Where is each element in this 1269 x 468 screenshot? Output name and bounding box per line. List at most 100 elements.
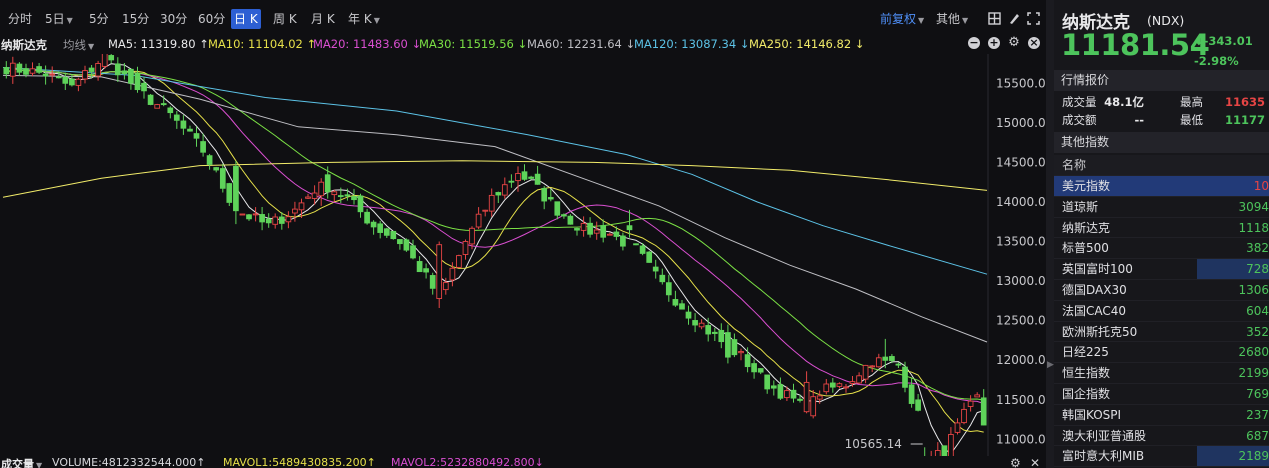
index-list-value: 2189 <box>1238 449 1269 464</box>
candle-body <box>410 245 416 259</box>
period-tab-7[interactable]: 周 K <box>270 9 300 29</box>
candle-body <box>469 227 475 245</box>
index-list-item[interactable]: 欧洲斯托克50 352 <box>1054 322 1269 343</box>
candle-body <box>587 222 593 235</box>
candle-body <box>856 375 862 384</box>
candle-body <box>370 221 377 228</box>
y-tick-label: 15500.0 <box>996 76 1046 90</box>
index-list-name: 美元指数 <box>1062 179 1111 193</box>
high-price-label: 15901.47 <box>121 54 178 57</box>
period-tab-8[interactable]: 月 K <box>308 9 338 29</box>
candle-body <box>75 78 82 86</box>
period-tab-1[interactable]: 5日 ▼ <box>42 9 76 29</box>
period-tab-9[interactable]: 年 K ▼ <box>345 9 383 29</box>
candle-body <box>226 183 233 203</box>
candle-body <box>974 394 981 398</box>
candle-body <box>679 303 685 310</box>
index-list-item[interactable]: 英国富时100 728 <box>1054 259 1269 280</box>
candle-body <box>475 213 482 228</box>
candle-body <box>725 332 731 358</box>
index-list-item[interactable]: 法国CAC40 604 <box>1054 301 1269 322</box>
candle-body <box>88 67 95 72</box>
gear-icon[interactable]: ⚙ <box>1010 456 1021 468</box>
candle-body <box>816 395 823 400</box>
candle-body <box>980 397 987 426</box>
down-arrow-icon: ⬇ <box>1194 34 1204 48</box>
candle-body <box>154 104 161 109</box>
candle-body <box>318 181 325 197</box>
index-list-item[interactable]: 道琼斯 3094 <box>1054 197 1269 218</box>
kline-chart[interactable]: 15500.0 15000.0 14500.0 14000.0 13500.0 13000… <box>0 54 1046 456</box>
name-column-header: 名称 <box>1062 158 1087 172</box>
candle-body <box>213 167 220 171</box>
candle-body <box>357 195 364 213</box>
quote-value: 11635 <box>1225 95 1266 109</box>
index-list-item[interactable]: 德国DAX30 1306 <box>1054 280 1269 301</box>
candle-body <box>488 194 495 212</box>
period-tab-5[interactable]: 60分 <box>195 9 228 29</box>
index-list-item[interactable]: 韩国KOSPI 237 <box>1054 405 1269 426</box>
draw-pen-icon[interactable] <box>1008 12 1021 25</box>
index-price: 11181.54 <box>1061 28 1210 62</box>
quote-key: 最高 <box>1180 95 1203 109</box>
period-tab-0[interactable]: 分时 <box>5 9 35 29</box>
other-dropdown[interactable]: 其他 ▼ <box>936 9 968 29</box>
close-icon[interactable]: × <box>1028 37 1040 49</box>
candle-body <box>259 214 265 223</box>
index-list-item[interactable]: 标普500 382 <box>1054 238 1269 260</box>
collapse-arrow-icon[interactable]: ▶ <box>1047 360 1054 370</box>
candle-body <box>967 400 974 407</box>
candle-body <box>246 214 252 220</box>
candle-body <box>567 215 574 225</box>
candle-body <box>55 76 62 79</box>
candle-body <box>554 201 561 216</box>
ma-legend-bar: 纳斯达克 均线 ▼ MA5: 11319.80 ↑ MA10: 11104.02 ↑ MA… <box>0 36 1046 54</box>
candle-body <box>298 202 305 211</box>
ma30-line <box>5 67 984 401</box>
index-list-item[interactable]: 恒生指数 2199 <box>1054 363 1269 384</box>
candle-body <box>49 73 56 76</box>
index-list-item[interactable]: 国企指数 769 <box>1054 384 1269 405</box>
period-tab-3[interactable]: 15分 <box>119 9 152 29</box>
gear-icon[interactable]: ⚙ <box>1008 36 1020 49</box>
candle-body <box>902 366 908 388</box>
index-change-value: -343.01 <box>1203 34 1253 48</box>
chart-panel: 分时 5日 ▼ 5分 15分 30分 60分日 K周 K月 K年 K ▼ 前复权 ▼ 其他 ▼ 纳斯达… <box>0 0 1046 468</box>
index-list-value: 382 <box>1246 241 1269 256</box>
index-list-name: 标普500 <box>1062 241 1109 256</box>
plus-icon[interactable]: + <box>988 37 1000 49</box>
close-icon[interactable]: ✕ <box>1030 456 1040 468</box>
index-list-item[interactable]: 纳斯达克 1118 <box>1054 218 1269 239</box>
index-list-value: 10 <box>1253 179 1269 193</box>
candle-body <box>515 173 521 182</box>
index-list-item[interactable]: 澳大利亚普通股 687 <box>1054 426 1269 447</box>
period-tab-4[interactable]: 30分 <box>157 9 190 29</box>
chevron-down-icon: ▼ <box>66 16 73 25</box>
candle-body <box>895 363 902 366</box>
other-indices-header: 名称 <box>1054 155 1269 176</box>
candle-body <box>305 196 311 199</box>
layout-grid-icon[interactable] <box>988 12 1001 25</box>
adjust-dropdown[interactable]: 前复权 ▼ <box>880 9 924 29</box>
chevron-down-icon: ▼ <box>88 42 95 51</box>
candle-body <box>790 389 797 399</box>
period-tab-2[interactable]: 5分 <box>86 9 112 29</box>
candle-body <box>606 233 613 236</box>
other-indices-list: 美元指数 10 道琼斯 3094 纳斯达克 1118 标普500 382 英国富时100 728 德… <box>1054 176 1269 468</box>
index-list-item[interactable]: 富时意大利MIB 2189 <box>1054 446 1269 468</box>
index-list-item[interactable]: 美元指数 10 <box>1054 176 1269 197</box>
other-dropdown-label: 其他 <box>936 12 961 26</box>
candle-body <box>836 383 843 387</box>
ma-legend-item: MA30: 11519.56 ↓ <box>419 37 528 51</box>
candle-body <box>764 374 771 390</box>
candle-body <box>456 255 462 268</box>
fullscreen-icon[interactable] <box>1027 12 1040 25</box>
candle-body <box>948 434 954 456</box>
index-list-item[interactable]: 日经225 2680 <box>1054 342 1269 364</box>
minus-icon[interactable]: − <box>968 37 980 49</box>
volume-indicator-dropdown[interactable]: 成交量 ▼ <box>1 456 42 468</box>
panel-splitter[interactable]: ▶ <box>1046 0 1054 468</box>
period-tab-6[interactable]: 日 K <box>231 9 261 29</box>
ma-mode-dropdown[interactable]: 均线 ▼ <box>63 37 94 53</box>
candle-body <box>364 211 370 224</box>
